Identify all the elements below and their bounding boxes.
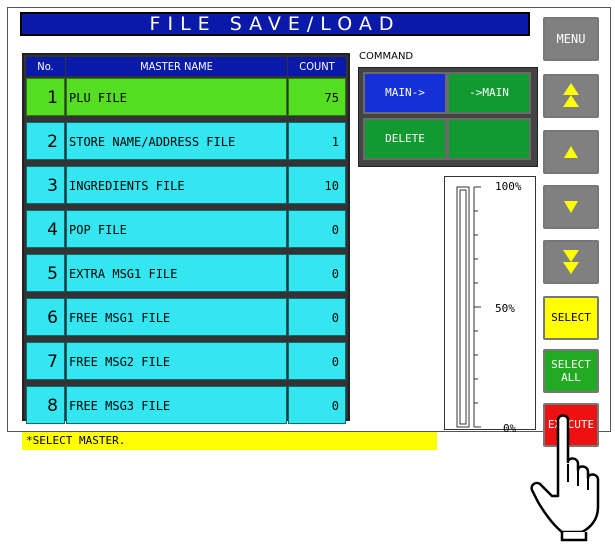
row-count: 0 xyxy=(288,342,346,380)
main-to-button[interactable]: MAIN-> xyxy=(363,72,447,114)
double-up-arrow-icon xyxy=(563,83,579,107)
row-master-name: FREE MSG2 FILE xyxy=(66,342,287,380)
row-master-name: FREE MSG1 FILE xyxy=(66,298,287,336)
table-row[interactable]: 2 STORE NAME/ADDRESS FILE 1 xyxy=(26,122,346,160)
table-row[interactable]: 8 FREE MSG3 FILE 0 xyxy=(26,386,346,424)
command-label: COMMAND xyxy=(359,51,414,62)
row-number: 3 xyxy=(26,166,65,204)
table-row[interactable]: 3 INGREDIENTS FILE 10 xyxy=(26,166,346,204)
header-no: No. xyxy=(26,57,65,76)
up-arrow-icon xyxy=(564,146,578,158)
header-count: COUNT xyxy=(288,57,346,76)
row-number: 5 xyxy=(26,254,65,292)
progress-gauge xyxy=(456,186,481,428)
row-master-name: FREE MSG3 FILE xyxy=(66,386,287,424)
status-message: *SELECT MASTER. xyxy=(22,432,437,450)
blank-command-button[interactable] xyxy=(447,118,531,160)
down-button[interactable] xyxy=(543,185,599,229)
row-number: 4 xyxy=(26,210,65,248)
delete-button[interactable]: DELETE xyxy=(363,118,447,160)
row-master-name: POP FILE xyxy=(66,210,287,248)
progress-panel: 100% 50% 0% xyxy=(444,176,536,435)
table-row[interactable]: 6 FREE MSG1 FILE 0 xyxy=(26,298,346,336)
double-down-arrow-icon xyxy=(563,250,579,274)
to-main-button[interactable]: ->MAIN xyxy=(447,72,531,114)
header-master-name: MASTER NAME xyxy=(66,57,287,76)
up-button[interactable] xyxy=(543,130,599,174)
row-number: 2 xyxy=(26,122,65,160)
row-number: 8 xyxy=(26,386,65,424)
row-count: 10 xyxy=(288,166,346,204)
select-all-label-line2: ALL xyxy=(561,371,581,384)
row-count: 75 xyxy=(288,78,346,116)
menu-button[interactable]: MENU xyxy=(543,17,599,61)
row-count: 0 xyxy=(288,210,346,248)
row-number: 1 xyxy=(26,78,65,116)
row-count: 0 xyxy=(288,298,346,336)
row-count: 0 xyxy=(288,386,346,424)
row-master-name: INGREDIENTS FILE xyxy=(66,166,287,204)
page-title: FILE SAVE/LOAD xyxy=(20,12,530,36)
progress-label-0: 0% xyxy=(503,422,517,435)
table-row[interactable]: 7 FREE MSG2 FILE 0 xyxy=(26,342,346,380)
select-all-button[interactable]: SELECT ALL xyxy=(543,349,599,393)
row-master-name: STORE NAME/ADDRESS FILE xyxy=(66,122,287,160)
table-row[interactable]: 5 EXTRA MSG1 FILE 0 xyxy=(26,254,346,292)
command-panel: MAIN-> ->MAIN DELETE xyxy=(358,67,538,167)
table-row[interactable]: 4 POP FILE 0 xyxy=(26,210,346,248)
page-down-button[interactable] xyxy=(543,240,599,284)
row-number: 7 xyxy=(26,342,65,380)
row-number: 6 xyxy=(26,298,65,336)
pointing-hand-icon xyxy=(530,414,600,542)
row-master-name: PLU FILE xyxy=(66,78,287,116)
select-all-label-line1: SELECT xyxy=(551,358,591,371)
row-master-name: EXTRA MSG1 FILE xyxy=(66,254,287,292)
down-arrow-icon xyxy=(564,201,578,213)
row-count: 1 xyxy=(288,122,346,160)
master-table: No. MASTER NAME COUNT 1 PLU FILE 75 2 ST… xyxy=(22,53,350,424)
page-up-button[interactable] xyxy=(543,74,599,118)
row-count: 0 xyxy=(288,254,346,292)
progress-label-50: 50% xyxy=(495,302,515,315)
select-button[interactable]: SELECT xyxy=(543,296,599,340)
table-row[interactable]: 1 PLU FILE 75 xyxy=(26,78,346,116)
progress-label-100: 100% xyxy=(495,180,522,193)
